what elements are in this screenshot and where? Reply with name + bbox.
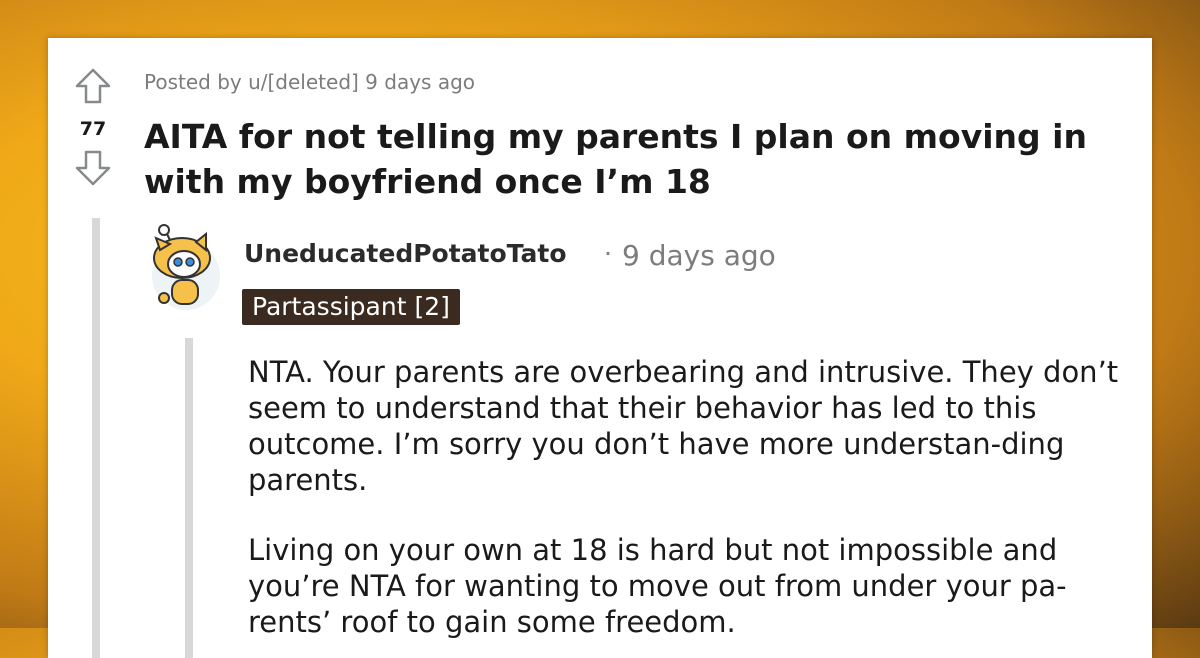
comment-paragraph: NTA. Your parents are overbearing and in… — [248, 355, 1119, 497]
post-title[interactable]: AITA for not telling my parents I plan o… — [144, 114, 1144, 204]
comment-time[interactable]: 9 days ago — [622, 239, 776, 272]
thread-line[interactable] — [92, 218, 100, 658]
post-card: 77 Posted by u/[deleted] 9 days ago AITA… — [48, 38, 1152, 658]
meta-separator: · — [604, 239, 612, 268]
upvote-arrow-icon[interactable] — [73, 66, 113, 106]
snoo-avatar[interactable] — [144, 222, 224, 312]
user-flair: Partassipant [2] — [242, 289, 460, 325]
comment-thread-line[interactable] — [185, 338, 193, 658]
vote-score: 77 — [79, 118, 107, 140]
post-meta[interactable]: Posted by u/[deleted] 9 days ago — [144, 70, 475, 94]
downvote-arrow-icon[interactable] — [73, 148, 113, 188]
comment-paragraph: Living on your own at 18 is hard but not… — [248, 533, 1067, 639]
comment-body: NTA. Your parents are overbearing and in… — [248, 354, 1128, 658]
vote-column: 77 — [70, 66, 116, 188]
comment-username[interactable]: UneducatedPotatoTato — [244, 239, 567, 268]
